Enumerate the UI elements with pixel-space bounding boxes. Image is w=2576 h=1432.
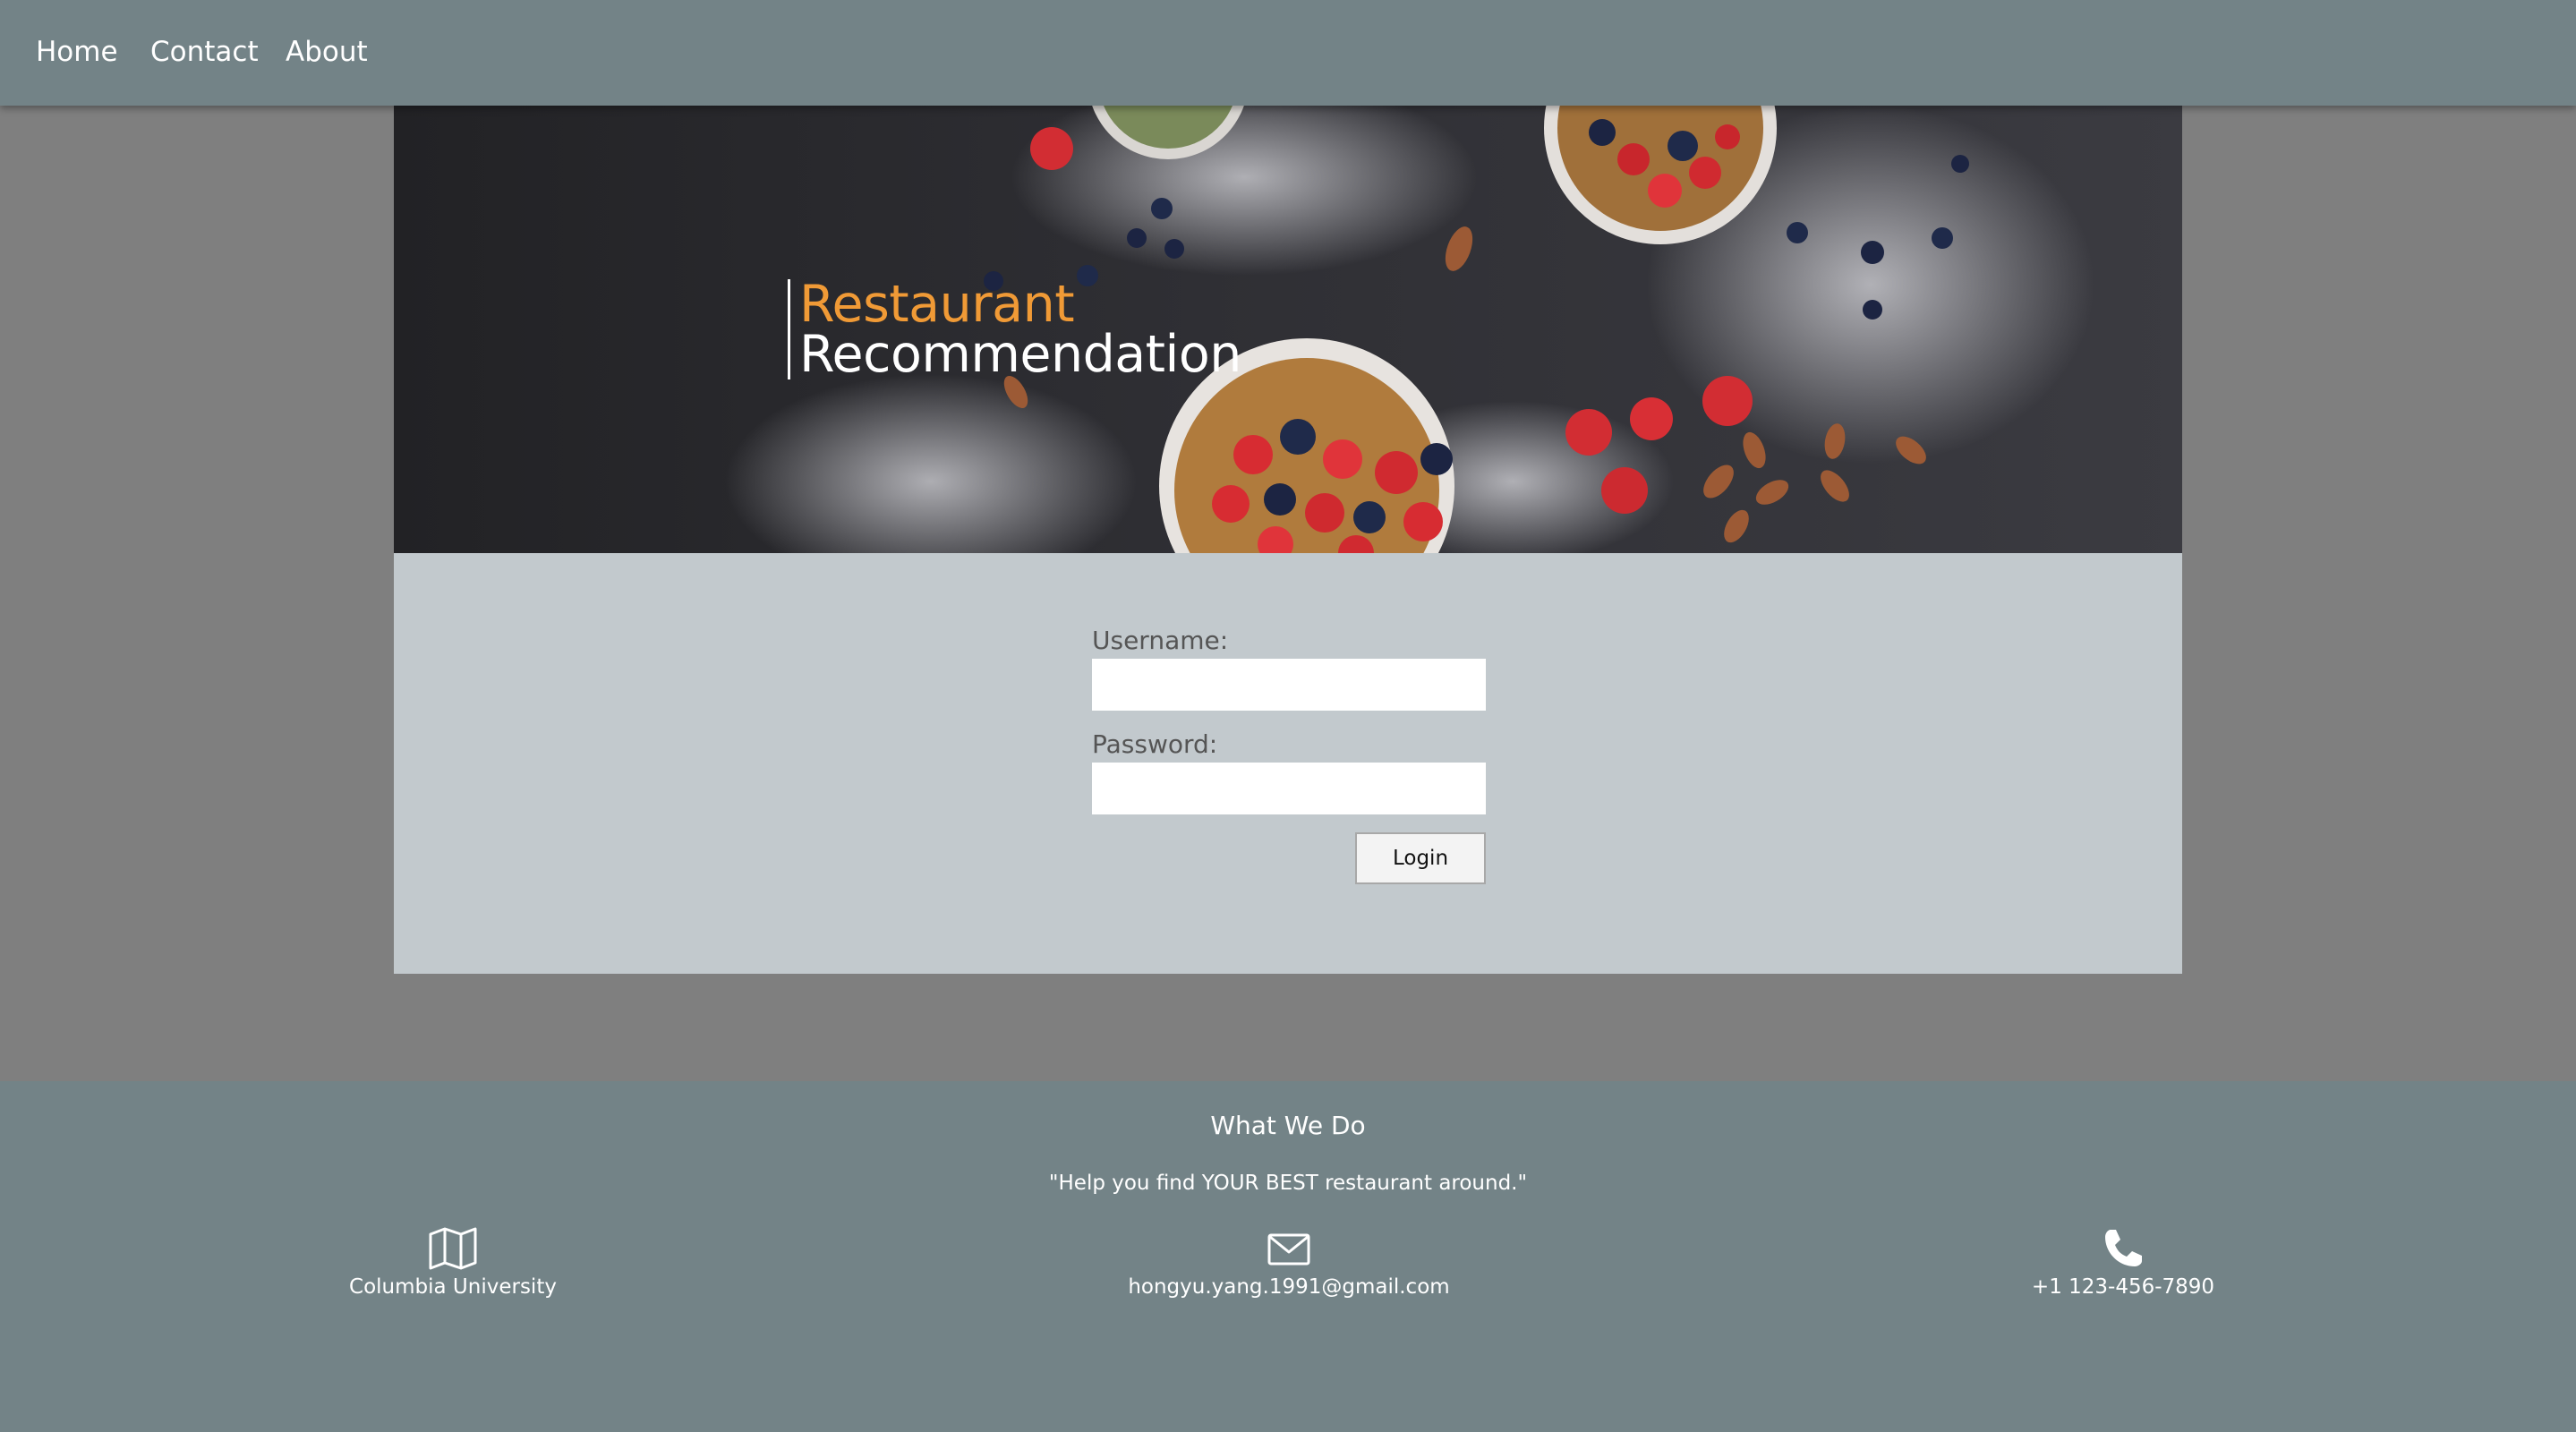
map-icon [429, 1227, 477, 1270]
footer-title: What We Do [1210, 1111, 1366, 1140]
nav-about-link[interactable]: About [286, 30, 368, 73]
username-label: Username: [1092, 626, 1229, 655]
login-button[interactable]: Login [1355, 832, 1486, 884]
contact-email: hongyu.yang.1991@gmail.com [1065, 1226, 1513, 1301]
contact-location-text: Columbia University [349, 1275, 557, 1299]
contact-location: Columbia University [229, 1226, 677, 1301]
contact-phone: +1 123-456-7890 [1899, 1226, 2347, 1301]
footer-tagline: "Help you find YOUR BEST restaurant arou… [1048, 1172, 1528, 1195]
contact-phone-text[interactable]: +1 123-456-7890 [1899, 1273, 2347, 1301]
footer: What We Do "Help you find YOUR BEST rest… [0, 1081, 2576, 1432]
password-label: Password: [1092, 729, 1218, 759]
username-input[interactable] [1092, 659, 1486, 711]
hero-title-line-1: Restaurant [799, 275, 1075, 334]
nav-contact-link[interactable]: Contact [150, 30, 259, 73]
phone-icon [2105, 1230, 2142, 1266]
envelope-icon [1267, 1233, 1310, 1266]
password-input[interactable] [1092, 763, 1486, 814]
hero-banner: Restaurant Recommendation [394, 106, 2182, 553]
contact-email-text[interactable]: hongyu.yang.1991@gmail.com [1065, 1273, 1513, 1301]
main-container: Restaurant Recommendation Username: Pass… [394, 106, 2182, 974]
hero-food-image [394, 106, 2182, 553]
top-nav: Home Contact About [0, 0, 2576, 106]
hero-title: Restaurant Recommendation [788, 275, 1241, 384]
login-panel: Username: Password: Login [394, 553, 2182, 974]
nav-home-link[interactable]: Home [36, 30, 118, 73]
hero-title-line-2: Recommendation [799, 325, 1241, 384]
